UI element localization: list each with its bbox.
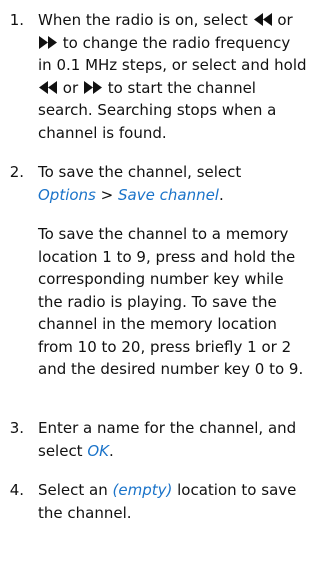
- step-number: 2.: [9, 163, 24, 181]
- line: Enter a name for the channel, and: [38, 419, 297, 437]
- line: and the desired number key 0 to 9.: [38, 360, 304, 378]
- rewind-icon: [253, 13, 273, 26]
- line: in 0.1 MHz steps, or select and hold: [38, 56, 307, 74]
- line: When the radio is on, select or: [38, 9, 326, 32]
- step-text: When the radio is on, select or to chang…: [38, 9, 326, 144]
- line: channel is found.: [38, 123, 167, 142]
- line: Select an (empty) location to save: [38, 479, 326, 502]
- line: Options > Save channel.: [38, 184, 326, 207]
- empty-location-link[interactable]: (empty): [113, 481, 173, 499]
- line: To save the channel, select: [38, 163, 242, 181]
- save-channel-link[interactable]: Save channel: [118, 186, 219, 204]
- text-span: to start the channel: [107, 78, 256, 97]
- step-number: 1.: [9, 11, 24, 29]
- line: the channel.: [38, 503, 132, 522]
- fast-forward-icon: [83, 80, 103, 94]
- line: To save the channel to a memory: [38, 225, 289, 243]
- line: to change the radio frequency: [38, 32, 326, 55]
- line: location 1 to 9, press and hold the: [38, 247, 296, 266]
- text-span: or: [62, 78, 79, 97]
- period: .: [109, 441, 114, 460]
- ok-link[interactable]: OK: [87, 442, 109, 460]
- step-text: Enter a name for the channel, and select…: [38, 417, 326, 462]
- text-span: location to save: [177, 481, 297, 499]
- line: channel in the memory location: [38, 315, 277, 333]
- line: select OK.: [38, 440, 326, 463]
- step-number: 4.: [9, 481, 24, 499]
- line: search. Searching stops when a: [38, 101, 277, 119]
- text-span: select: [38, 441, 83, 460]
- text-span: to change the radio frequency: [62, 33, 291, 52]
- line: from 10 to 20, press briefly 1 or 2: [38, 337, 292, 356]
- rewind-icon: [38, 80, 58, 94]
- text-span: Select an: [38, 481, 108, 499]
- text-span: When the radio is on, select: [38, 11, 248, 29]
- step-text: Select an (empty) location to save the c…: [38, 479, 326, 524]
- options-link[interactable]: Options: [38, 186, 96, 204]
- note-text: To save the channel to a memory location…: [38, 223, 326, 381]
- line: or to start the channel: [38, 77, 326, 100]
- menu-separator: >: [100, 185, 114, 204]
- document-page: 1. When the radio is on, select or to ch…: [0, 0, 332, 588]
- fast-forward-icon: [38, 35, 58, 49]
- period: .: [218, 185, 224, 204]
- step-text: To save the channel, select Options > Sa…: [38, 161, 326, 206]
- text-span: or: [277, 11, 293, 29]
- line: corresponding number key while: [38, 270, 284, 288]
- line: the radio is playing. To save the: [38, 292, 277, 311]
- step-number: 3.: [9, 419, 24, 437]
